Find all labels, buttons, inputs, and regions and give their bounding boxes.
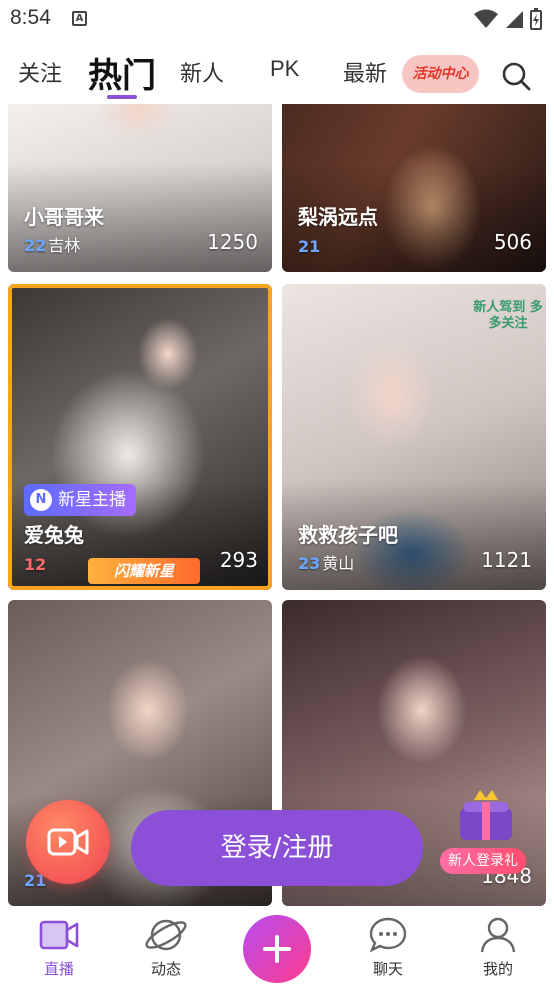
video-icon (39, 920, 79, 950)
notification-icon: A (72, 11, 87, 26)
new-star-tag: N 新星主播 (24, 484, 136, 516)
search-icon[interactable] (500, 60, 532, 92)
card-age: 23 (298, 554, 321, 573)
nav-label: 聊天 (372, 960, 403, 978)
card-meta: 22 吉林 (24, 232, 80, 256)
live-card[interactable]: 梨涡远点 21 506 (282, 104, 546, 272)
gift-box-icon[interactable] (452, 786, 520, 848)
card-meta: 12 (24, 555, 48, 574)
tab-new-people[interactable]: 新人 (180, 56, 224, 88)
nav-label: 动态 (150, 960, 181, 978)
viewer-count: 293 (219, 548, 258, 572)
start-live-fab[interactable] (26, 800, 110, 884)
nav-item-live[interactable]: 直播 (14, 916, 104, 979)
card-meta: 21 (298, 237, 322, 256)
welcome-sticker: 新人驾到 多多关注 (473, 300, 543, 331)
card-title: 小哥哥来 (24, 205, 104, 229)
tab-hot[interactable]: 热门 (88, 48, 156, 97)
shine-star-badge: 闪耀新星 (88, 558, 200, 584)
card-title: 爱兔兔 (24, 523, 84, 547)
card-age: 12 (24, 555, 47, 574)
person-icon (480, 917, 516, 953)
wifi-icon (474, 9, 498, 28)
nav-item-mine[interactable]: 我的 (453, 916, 543, 979)
tab-latest[interactable]: 最新 (343, 56, 387, 88)
login-register-button[interactable]: 登录/注册 (131, 810, 423, 886)
tab-pk[interactable]: PK (270, 56, 299, 82)
nav-item-moments[interactable]: 动态 (121, 916, 211, 979)
card-title: 救救孩子吧 (298, 523, 398, 547)
nav-item-chat[interactable]: 聊天 (343, 916, 433, 979)
plus-icon (263, 935, 291, 963)
card-age: 22 (24, 236, 47, 255)
live-card[interactable]: 小哥哥来 22 吉林 1250 (8, 104, 272, 272)
live-card[interactable]: N 新星主播 爱兔兔 12 闪耀新星 293 (8, 284, 272, 590)
live-card[interactable]: 新人驾到 多多关注 救救孩子吧 23 黄山 1121 (282, 284, 546, 590)
battery-icon (530, 8, 542, 30)
card-meta: 23 黄山 (298, 550, 354, 574)
system-icons (474, 8, 542, 30)
create-plus-button[interactable] (243, 915, 311, 983)
nav-label: 直播 (43, 960, 74, 978)
video-camera-icon (47, 828, 89, 856)
event-center-badge[interactable]: 活动中心 (402, 55, 479, 93)
chat-bubble-icon (369, 917, 407, 953)
status-time: 8:54 (10, 6, 51, 29)
viewer-count: 506 (493, 230, 532, 254)
card-age: 21 (298, 237, 321, 256)
card-location: 吉林 (48, 236, 81, 255)
planet-icon (145, 919, 187, 951)
active-tab-indicator (107, 95, 137, 99)
bottom-nav-bar: 直播 动态 聊天 我的 (0, 910, 554, 984)
new-user-gift-badge[interactable]: 新人登录礼 (440, 848, 526, 874)
card-location: 黄山 (322, 554, 355, 573)
n-badge-icon: N (30, 489, 52, 511)
tab-follow[interactable]: 关注 (18, 56, 62, 88)
signal-icon (506, 11, 523, 28)
viewer-count: 1121 (481, 548, 532, 572)
nav-label: 我的 (482, 960, 513, 978)
card-title: 梨涡远点 (298, 205, 378, 229)
viewer-count: 1250 (207, 230, 258, 254)
status-bar: 8:54 A (0, 0, 554, 38)
